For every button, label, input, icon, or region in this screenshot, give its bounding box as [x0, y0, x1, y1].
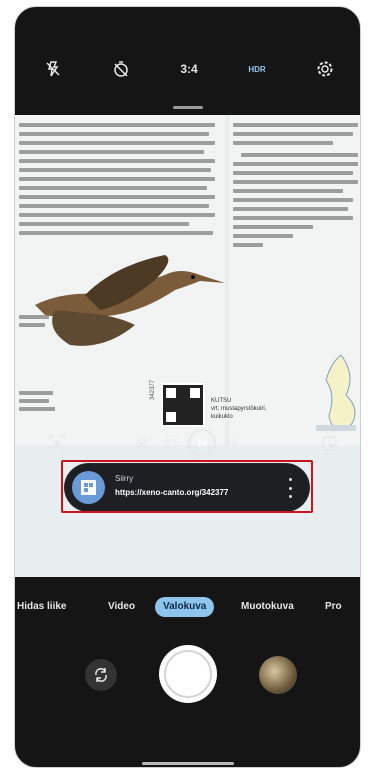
zoom-0-5-button[interactable]: 0,5: [161, 429, 183, 457]
mode-slow-motion[interactable]: Hidas liike: [17, 597, 66, 617]
page-number: 342377: [150, 379, 157, 401]
google-lens-icon[interactable]: [317, 429, 341, 457]
mode-portrait[interactable]: Muotokuva: [241, 597, 294, 617]
qr-code: [161, 383, 205, 427]
mode-pro[interactable]: Pro: [325, 597, 342, 617]
zoom-1x-button[interactable]: 1x: [188, 429, 216, 457]
drag-handle[interactable]: [173, 106, 203, 109]
mode-video[interactable]: Video: [108, 597, 135, 617]
timer-off-icon[interactable]: [107, 55, 135, 83]
home-indicator[interactable]: [142, 762, 234, 765]
flash-off-icon[interactable]: [39, 55, 67, 83]
aspect-ratio-button[interactable]: 3:4: [175, 55, 203, 83]
mode-photo[interactable]: Valokuva: [155, 597, 215, 617]
shutter-button[interactable]: [159, 645, 217, 703]
camera-mode-selector: Hidas liike Video Valokuva Muotokuva Pro: [15, 597, 360, 619]
camera-viewfinder[interactable]: 342377 KUTSU vrt. mustapyrstökuiri, kuik…: [15, 115, 360, 577]
zoom-3-button[interactable]: 3: [227, 429, 243, 457]
switch-camera-icon[interactable]: [85, 659, 117, 691]
bird-illustration: [35, 255, 225, 346]
hdr-button[interactable]: HDR: [243, 55, 271, 83]
zoom-controls: 0,5 1x 3: [15, 429, 360, 469]
phone-frame: 3:4 HDR 342377 KUTSU vrt. mustapyrstökui…: [14, 6, 361, 768]
lens-scan-icon[interactable]: [43, 429, 71, 457]
gear-icon[interactable]: [311, 55, 339, 83]
gallery-thumbnail[interactable]: [259, 656, 297, 694]
qr-caption: KUTSU vrt. mustapyrstökuiri, kuikuklo: [211, 398, 267, 420]
camera-top-bar: 3:4 HDR: [15, 7, 360, 109]
macro-flower-icon[interactable]: [132, 429, 152, 457]
